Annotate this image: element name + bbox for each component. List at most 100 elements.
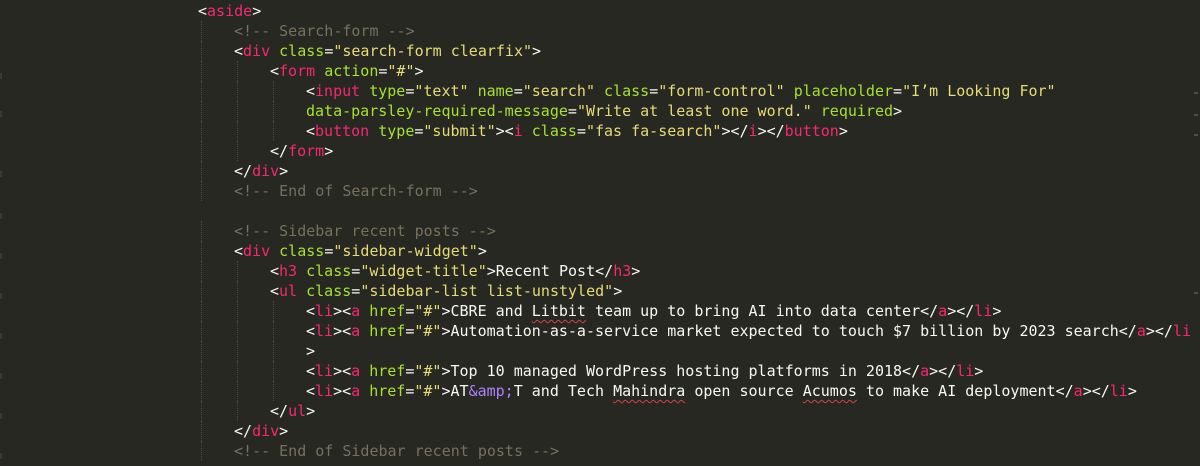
code-token: li — [315, 362, 334, 380]
code-line[interactable]: <aside> — [0, 1, 1200, 21]
code-token: >< — [333, 322, 352, 340]
code-editor[interactable]: <aside> <!-- Search-form --> <div class="s… — [0, 0, 1200, 466]
code-text: <!-- End of Search-form --> — [234, 181, 478, 201]
code-token: <!-- Sidebar recent posts --> — [234, 222, 496, 240]
code-line[interactable]: <div class="search-form clearfix"> — [0, 41, 1200, 61]
indent-guide — [237, 101, 238, 121]
code-text: <button type="submit"><i class="fas fa-s… — [306, 121, 848, 141]
code-token: < — [198, 2, 208, 20]
code-token: >< — [495, 122, 514, 140]
code-token: name — [477, 82, 514, 100]
code-token: ul — [279, 282, 298, 300]
code-token: < — [306, 382, 316, 400]
code-line[interactable]: <div class="sidebar-widget"> — [0, 241, 1200, 261]
code-token: required — [820, 102, 894, 120]
code-token: "#" — [414, 362, 442, 380]
code-line[interactable]: <li><a href="#">CBRE and Litbit team up … — [0, 301, 1200, 321]
code-line[interactable]: <!-- Sidebar recent posts --> — [0, 221, 1200, 241]
code-line[interactable]: <li><a href="#">Top 10 managed WordPress… — [0, 361, 1200, 381]
code-token: >Recent Post</ — [486, 262, 614, 280]
indent-guide — [201, 381, 202, 401]
code-line[interactable]: <!-- End of Sidebar recent posts --> — [0, 441, 1200, 461]
indent-guide — [201, 221, 202, 241]
code-token: class — [306, 262, 352, 280]
code-token: ></ — [947, 302, 975, 320]
code-token: class — [306, 282, 352, 300]
code-token: > — [613, 282, 623, 300]
code-line[interactable]: > — [0, 341, 1200, 361]
code-token: "search-form clearfix" — [333, 42, 533, 60]
indent-guide — [201, 261, 202, 281]
indent-guide — [237, 61, 238, 81]
code-token: i — [513, 122, 523, 140]
indent-guide — [201, 421, 202, 441]
code-line[interactable]: </ul> — [0, 401, 1200, 421]
indent-guide — [201, 141, 202, 161]
code-text: > — [306, 341, 315, 361]
code-token: > — [893, 102, 903, 120]
code-line[interactable]: <ul class="sidebar-list list-unstyled"> — [0, 281, 1200, 301]
indent-guide — [201, 241, 202, 261]
code-token: = — [567, 102, 577, 120]
code-line[interactable]: <form action="#"> — [0, 61, 1200, 81]
code-token: "form-control" — [658, 82, 785, 100]
indent-guide — [237, 361, 238, 381]
code-token: class — [279, 242, 325, 260]
indent-guide — [237, 281, 238, 301]
code-token: "#" — [414, 382, 442, 400]
code-line[interactable]: </div> — [0, 421, 1200, 441]
code-token: < — [270, 62, 280, 80]
code-token: > — [1127, 382, 1137, 400]
code-token: ></ — [721, 122, 749, 140]
code-token: h3 — [613, 262, 632, 280]
code-token: < — [306, 302, 316, 320]
code-token: </ — [270, 142, 289, 160]
code-line[interactable]: <h3 class="widget-title">Recent Post</h3… — [0, 261, 1200, 281]
scrollbar-marker — [1194, 114, 1198, 116]
code-token: a — [351, 362, 361, 380]
code-text: <input type="text" name="search" class="… — [306, 81, 1056, 101]
code-text: <form action="#"> — [270, 61, 424, 81]
spellcheck-word: Mahindra — [613, 382, 686, 400]
code-token: "#" — [414, 302, 442, 320]
code-line[interactable]: <input type="text" name="search" class="… — [0, 81, 1200, 101]
indent-guide — [237, 121, 238, 141]
indent-guide — [201, 41, 202, 61]
code-token: a — [1136, 322, 1146, 340]
indent-guide — [273, 301, 274, 321]
code-token: li — [974, 302, 993, 320]
code-line[interactable]: <!-- End of Search-form --> — [0, 181, 1200, 201]
code-line[interactable]: <button type="submit"><i class="fas fa-s… — [0, 121, 1200, 141]
scrollbar-marker — [1194, 292, 1198, 294]
code-token: >< — [333, 382, 352, 400]
code-line[interactable]: <!-- Search-form --> — [0, 21, 1200, 41]
code-text: <li><a href="#">CBRE and Litbit team up … — [306, 301, 1001, 321]
indent-guide — [201, 361, 202, 381]
code-token: li — [315, 302, 334, 320]
indent-guide — [237, 261, 238, 281]
code-token: "submit" — [423, 122, 496, 140]
code-token: "#" — [387, 62, 415, 80]
code-line[interactable] — [0, 201, 1200, 221]
code-token: >< — [333, 302, 352, 320]
indent-guide — [273, 361, 274, 381]
code-line[interactable]: </div> — [0, 161, 1200, 181]
code-token: button — [315, 122, 370, 140]
code-line[interactable]: <li><a href="#">Automation-as-a-service … — [0, 321, 1200, 341]
code-line[interactable]: </form> — [0, 141, 1200, 161]
code-line[interactable]: data-parsley-required-message="Write at … — [0, 101, 1200, 121]
code-token: "sidebar-widget" — [333, 242, 478, 260]
code-token: >Top 10 managed WordPress hosting platfo… — [441, 362, 921, 380]
code-text: </form> — [270, 141, 333, 161]
code-line[interactable]: <li><a href="#">AT&amp;T and Tech Mahind… — [0, 381, 1200, 401]
code-token: href — [369, 322, 406, 340]
